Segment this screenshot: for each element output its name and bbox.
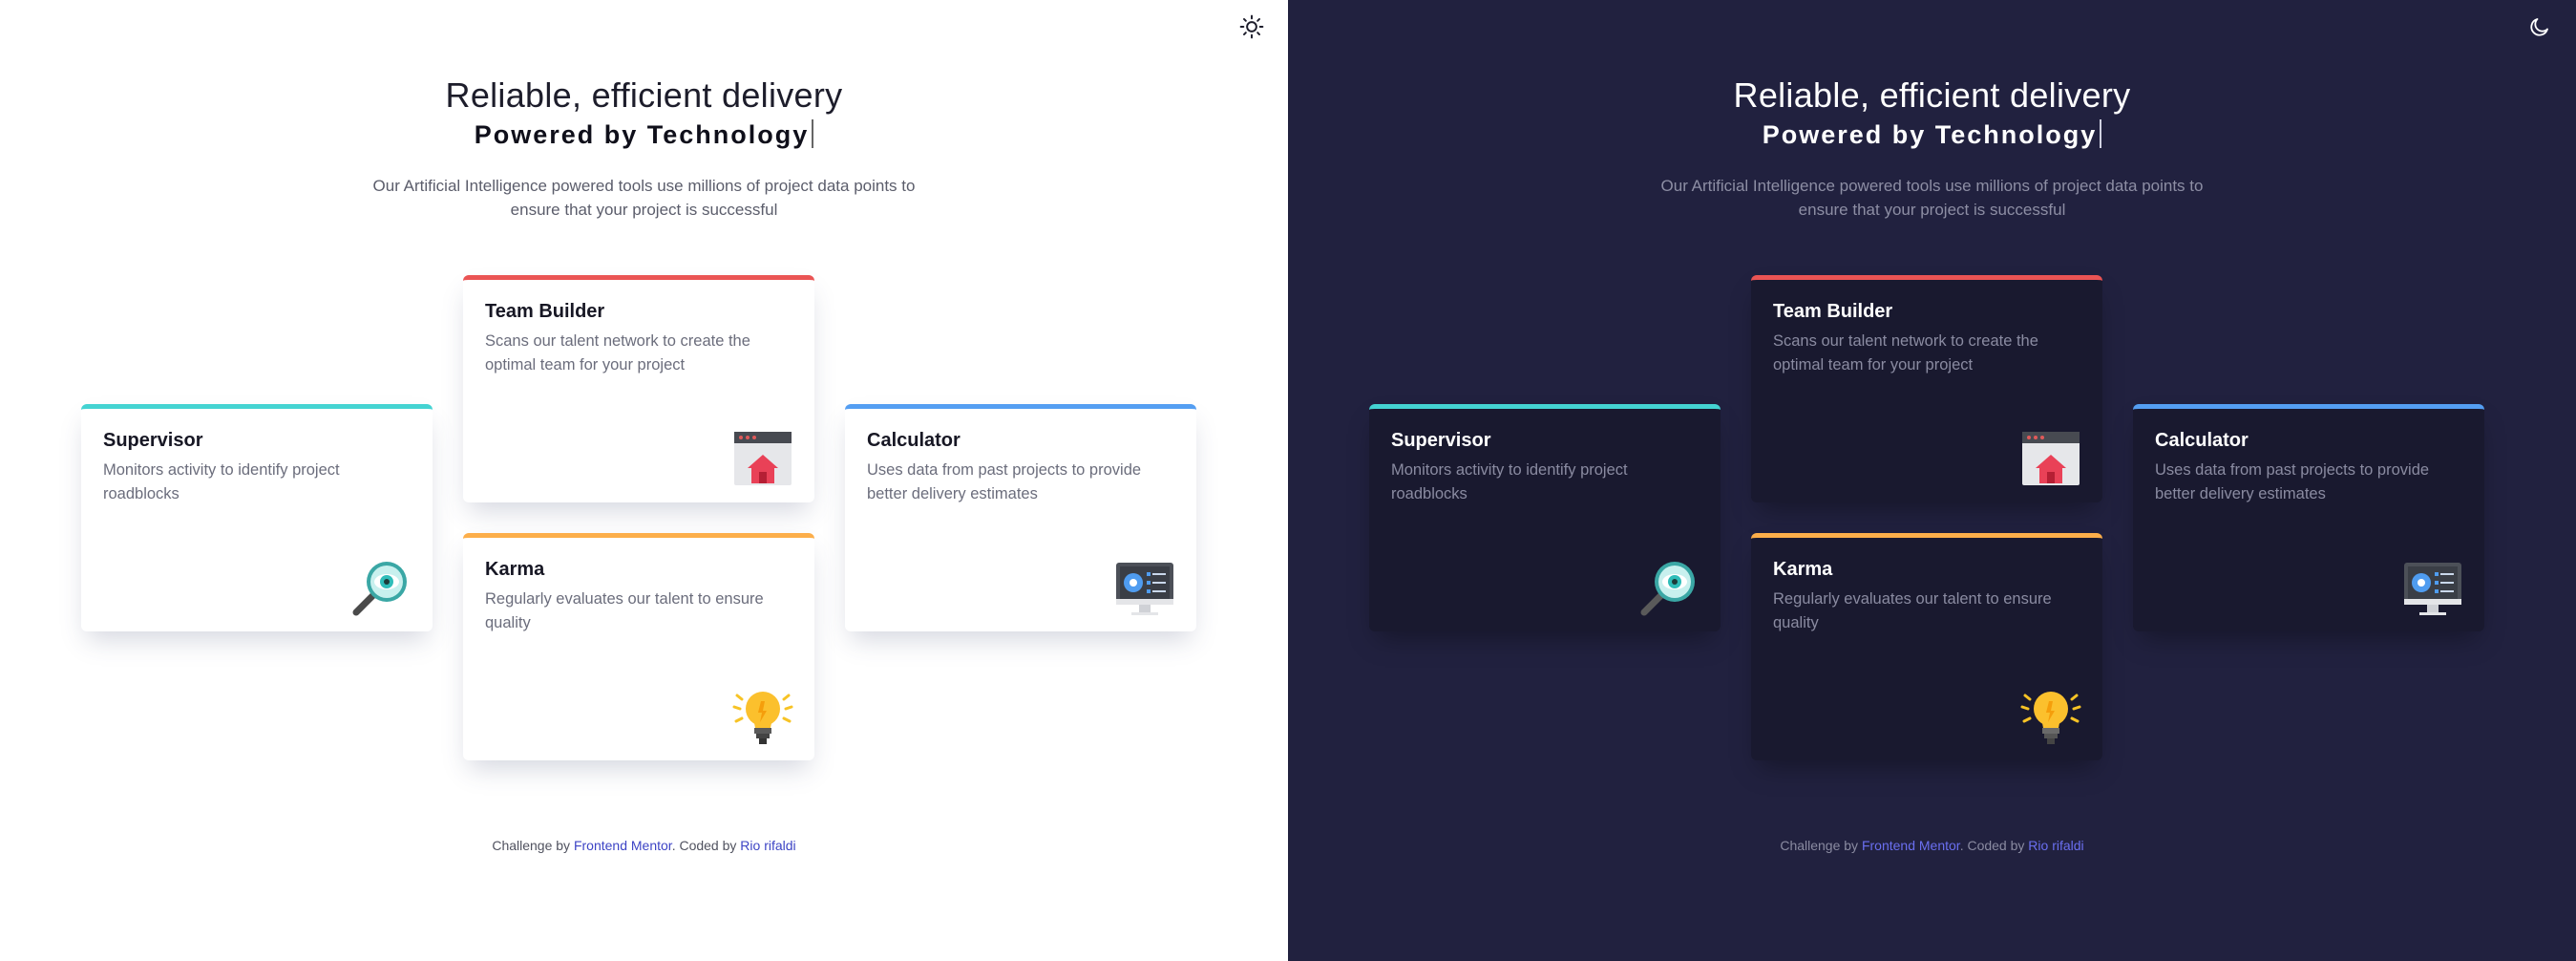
- card-description: Monitors activity to identify project ro…: [1391, 461, 1628, 502]
- hero-section: Reliable, efficient delivery Powered by …: [0, 75, 1288, 222]
- card-title: Karma: [485, 559, 545, 580]
- card-title: Calculator: [867, 430, 961, 451]
- hero-title: Reliable, efficient delivery: [445, 75, 843, 115]
- card-description: Monitors activity to identify project ro…: [103, 461, 340, 502]
- dark-theme-panel: Reliable, efficient delivery Powered by …: [1288, 0, 2576, 961]
- card-karma: Karma Regularly evaluates our talent to …: [1751, 533, 2102, 760]
- lightbulb-icon: [732, 692, 793, 744]
- calculator-monitor-icon: [1116, 563, 1173, 615]
- hero-section: Reliable, efficient delivery Powered by …: [1288, 75, 2576, 222]
- sun-icon: [1239, 14, 1264, 39]
- footer-middle: . Coded by: [671, 838, 741, 853]
- card-karma: Karma Regularly evaluates our talent to …: [463, 533, 814, 760]
- footer-middle: . Coded by: [1959, 838, 2029, 853]
- card-title: Karma: [1773, 559, 1833, 580]
- magnifier-icon: [352, 562, 407, 616]
- card-description: Scans our talent network to create the o…: [1773, 332, 2038, 374]
- theme-toggle-button[interactable]: [1238, 13, 1265, 40]
- card-description: Uses data from past projects to provide …: [867, 461, 1142, 502]
- card-supervisor: Supervisor Monitors activity to identify…: [1369, 404, 1721, 631]
- frontend-mentor-link[interactable]: Frontend Mentor: [574, 838, 672, 853]
- moon-icon: [2530, 18, 2548, 36]
- author-link[interactable]: Rio rifaldi: [740, 838, 795, 853]
- typing-caret: [812, 119, 814, 148]
- card-description: Regularly evaluates our talent to ensure…: [485, 590, 764, 631]
- footer-attribution: Challenge by Frontend Mentor. Coded by R…: [0, 838, 1288, 853]
- card-team-builder: Team Builder Scans our talent network to…: [1751, 275, 2102, 502]
- hero-description: Our Artificial Intelligence powered tool…: [1660, 177, 2204, 219]
- card-title: Supervisor: [1391, 430, 1491, 451]
- footer-prefix: Challenge by: [492, 838, 574, 853]
- hero-subtitle-text: Powered by Technology: [474, 120, 810, 149]
- team-builder-icon: [734, 432, 792, 485]
- frontend-mentor-link[interactable]: Frontend Mentor: [1862, 838, 1960, 853]
- theme-toggle-button[interactable]: [2526, 13, 2553, 40]
- footer-attribution: Challenge by Frontend Mentor. Coded by R…: [1288, 838, 2576, 853]
- lightbulb-icon: [2020, 692, 2081, 744]
- page: Reliable, efficient delivery Powered by …: [0, 0, 2576, 961]
- calculator-monitor-icon: [2404, 563, 2461, 615]
- light-theme-panel: Reliable, efficient delivery Powered by …: [0, 0, 1288, 961]
- hero-description: Our Artificial Intelligence powered tool…: [372, 177, 916, 219]
- footer-prefix: Challenge by: [1780, 838, 1862, 853]
- card-description: Regularly evaluates our talent to ensure…: [1773, 590, 2052, 631]
- card-title: Supervisor: [103, 430, 203, 451]
- author-link[interactable]: Rio rifaldi: [2028, 838, 2083, 853]
- card-title: Team Builder: [485, 301, 605, 322]
- magnifier-icon: [1640, 562, 1695, 616]
- card-title: Team Builder: [1773, 301, 1893, 322]
- hero-subtitle: Powered by Technology: [1288, 118, 2576, 151]
- card-title: Calculator: [2155, 430, 2249, 451]
- card-calculator: Calculator Uses data from past projects …: [2133, 404, 2484, 631]
- team-builder-icon: [2022, 432, 2080, 485]
- hero-subtitle: Powered by Technology: [0, 118, 1288, 151]
- card-supervisor: Supervisor Monitors activity to identify…: [81, 404, 433, 631]
- hero-subtitle-text: Powered by Technology: [1762, 120, 2098, 149]
- card-description: Scans our talent network to create the o…: [485, 332, 750, 374]
- typing-caret: [2100, 119, 2102, 148]
- card-calculator: Calculator Uses data from past projects …: [845, 404, 1196, 631]
- card-team-builder: Team Builder Scans our talent network to…: [463, 275, 814, 502]
- hero-title: Reliable, efficient delivery: [1733, 75, 2131, 115]
- card-description: Uses data from past projects to provide …: [2155, 461, 2430, 502]
